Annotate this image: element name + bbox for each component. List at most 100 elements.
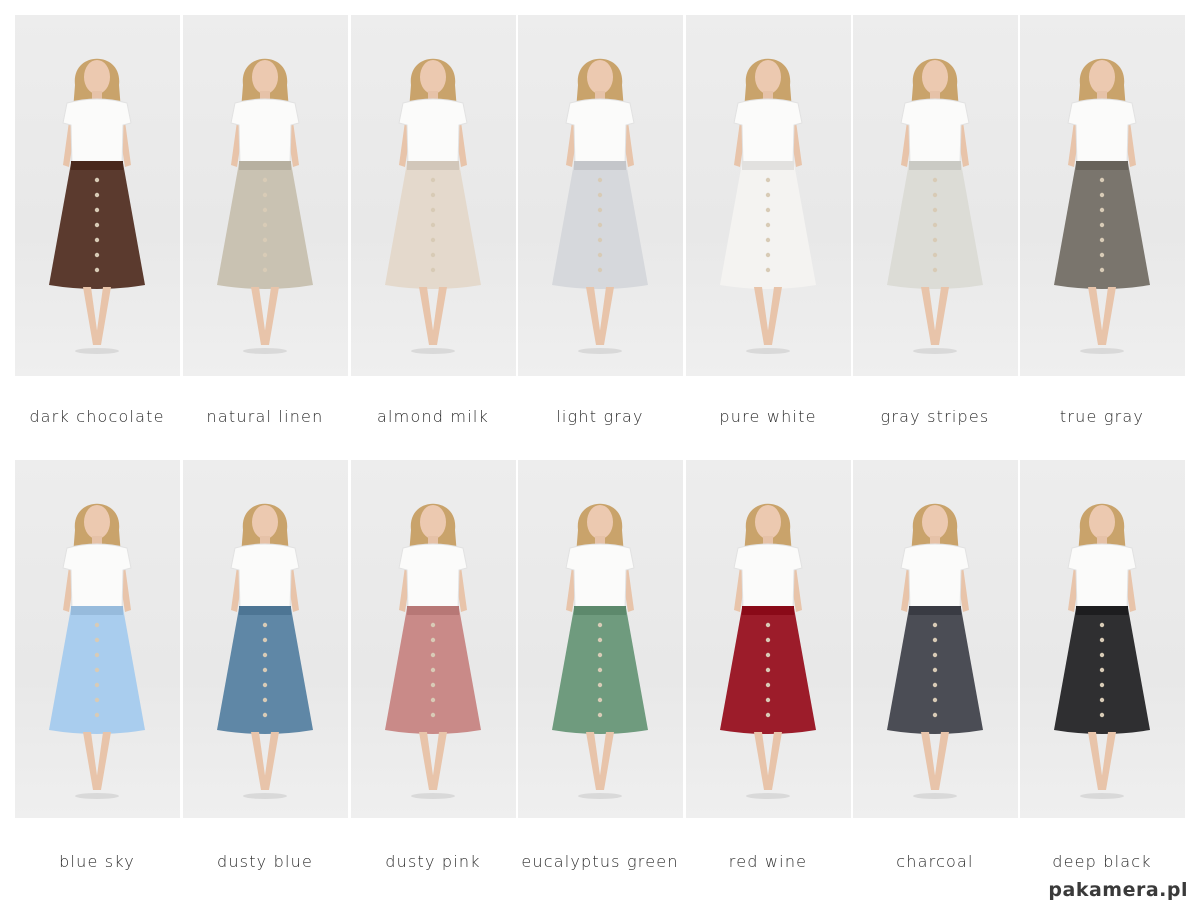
right-leg	[1100, 287, 1116, 345]
skirt-button	[765, 192, 771, 198]
face	[755, 505, 781, 539]
skirt-button	[932, 697, 938, 703]
right-leg	[598, 287, 614, 345]
waistband	[909, 606, 961, 615]
skirt-button	[597, 622, 603, 628]
label-blue-sky: blue sky	[59, 852, 135, 871]
label-almond-milk: almond milk	[377, 407, 489, 426]
skirt-button	[597, 192, 603, 198]
skirt-button	[262, 622, 268, 628]
floor-shadow	[1080, 348, 1124, 354]
skirt-button	[597, 237, 603, 243]
skirt-button	[262, 712, 268, 718]
skirt-button	[597, 667, 603, 673]
label-eucalyptus-green: eucalyptus green	[521, 852, 679, 871]
photo-dusty-blue	[183, 460, 348, 818]
face	[922, 505, 948, 539]
right-leg	[431, 732, 447, 790]
waistband	[239, 161, 291, 170]
photo-charcoal	[853, 460, 1018, 818]
right-leg	[1100, 732, 1116, 790]
label-gray-stripes: gray stripes	[880, 407, 990, 426]
skirt-button	[765, 177, 771, 183]
skirt-button	[932, 222, 938, 228]
face	[420, 505, 446, 539]
skirt-button	[1099, 237, 1105, 243]
skirt-button	[765, 712, 771, 718]
face	[587, 60, 613, 94]
face	[420, 60, 446, 94]
skirt-button	[430, 177, 436, 183]
white-tee	[62, 98, 132, 166]
skirt-button	[932, 177, 938, 183]
skirt-button	[932, 652, 938, 658]
label-natural-linen: natural linen	[206, 407, 324, 426]
skirt-button	[765, 697, 771, 703]
skirt-button	[94, 252, 100, 258]
skirt-button	[262, 192, 268, 198]
white-tee	[565, 98, 635, 166]
skirt-button	[932, 622, 938, 628]
skirt-button	[430, 637, 436, 643]
photo-deep-black	[1020, 460, 1185, 818]
white-tee	[1067, 98, 1137, 166]
skirt-button	[94, 697, 100, 703]
floor-shadow	[243, 348, 287, 354]
skirt-button	[597, 267, 603, 273]
floor-shadow	[913, 793, 957, 799]
skirt-button	[1099, 622, 1105, 628]
photo-red-wine	[686, 460, 851, 818]
face	[1089, 505, 1115, 539]
skirt-button	[1099, 652, 1105, 658]
skirt-button	[1099, 252, 1105, 258]
skirt-button	[932, 252, 938, 258]
skirt-button	[262, 652, 268, 658]
skirt-button	[597, 682, 603, 688]
label-deep-black: deep black	[1052, 852, 1152, 871]
label-dusty-blue: dusty blue	[216, 852, 314, 871]
photo-pure-white	[686, 15, 851, 376]
skirt-button	[765, 682, 771, 688]
label-true-gray: true gray	[1059, 407, 1145, 426]
waistband	[742, 161, 794, 170]
right-leg	[431, 287, 447, 345]
skirt-button	[262, 637, 268, 643]
white-tee	[565, 543, 635, 611]
face	[84, 60, 110, 94]
skirt-button	[1099, 267, 1105, 273]
label-dusty-pink: dusty pink	[385, 852, 481, 871]
skirt-button	[262, 237, 268, 243]
skirt-button	[94, 652, 100, 658]
skirt-button	[1099, 637, 1105, 643]
waistband	[407, 606, 459, 615]
skirt-button	[262, 697, 268, 703]
skirt-button	[597, 207, 603, 213]
skirt-button	[1099, 697, 1105, 703]
floor-shadow	[75, 348, 119, 354]
waistband	[71, 606, 123, 615]
skirt-button	[262, 177, 268, 183]
floor-shadow	[1080, 793, 1124, 799]
skirt-button	[1099, 667, 1105, 673]
skirt-button	[94, 682, 100, 688]
photo-blue-sky	[15, 460, 180, 818]
right-leg	[766, 732, 782, 790]
skirt-button	[94, 177, 100, 183]
waistband	[574, 161, 626, 170]
photo-natural-linen	[183, 15, 348, 376]
skirt-button	[1099, 222, 1105, 228]
skirt-button	[597, 637, 603, 643]
right-leg	[933, 287, 949, 345]
skirt-button	[1099, 177, 1105, 183]
skirt-button	[262, 267, 268, 273]
skirt-button	[430, 697, 436, 703]
white-tee	[398, 543, 468, 611]
skirt-button	[430, 252, 436, 258]
skirt-button	[1099, 192, 1105, 198]
skirt-button	[765, 667, 771, 673]
skirt-button	[430, 682, 436, 688]
label-charcoal: charcoal	[896, 852, 974, 871]
label-pure-white: pure white	[719, 407, 817, 426]
skirt-button	[94, 207, 100, 213]
skirt-button	[765, 252, 771, 258]
